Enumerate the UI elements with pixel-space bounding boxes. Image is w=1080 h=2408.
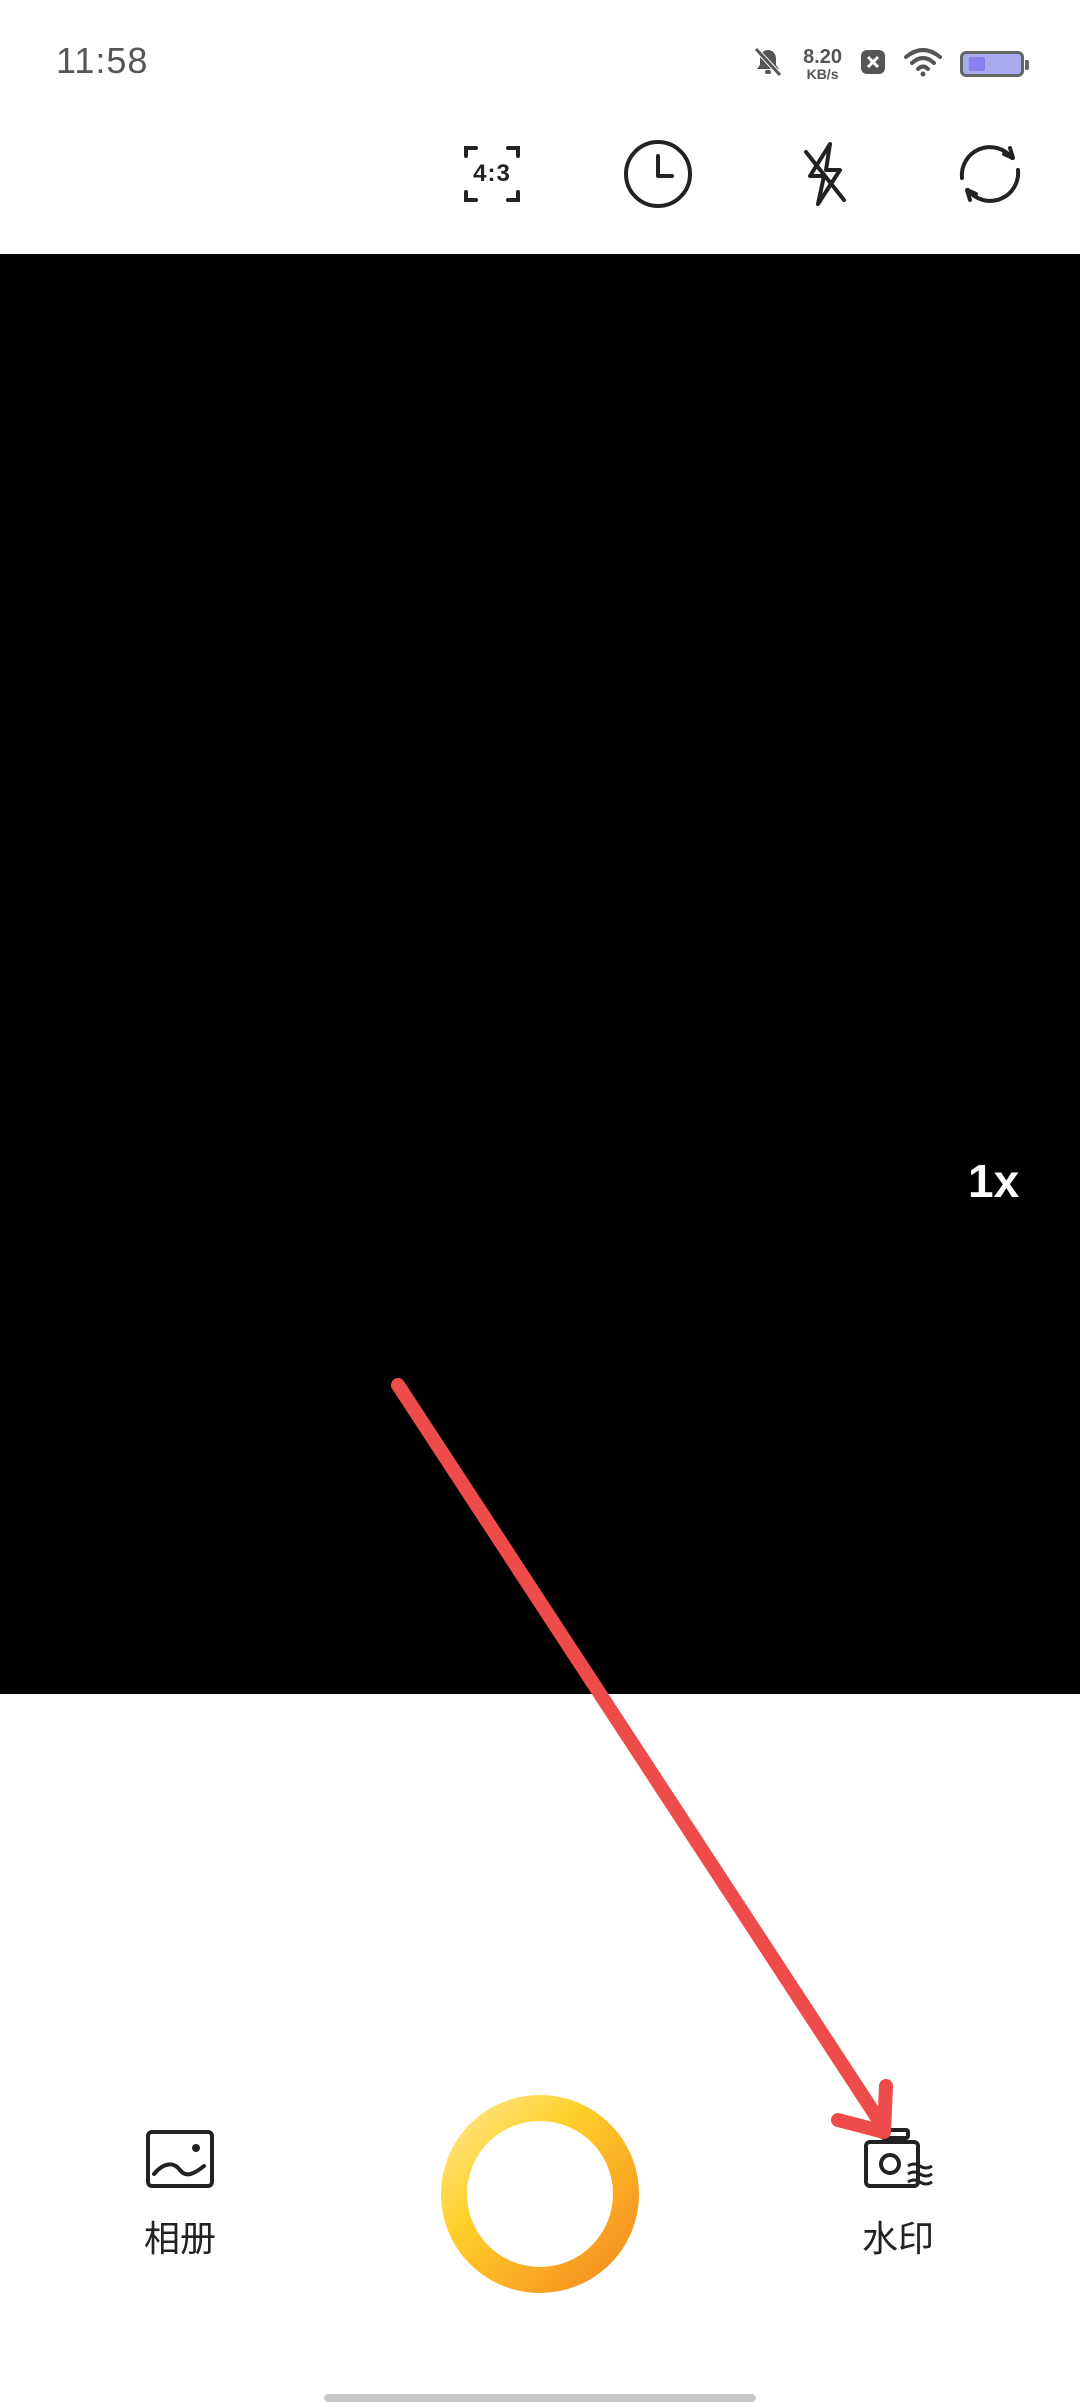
- watermark-camera-icon: [864, 2128, 933, 2188]
- gallery-icon: [146, 2130, 214, 2188]
- shutter-ring-icon: [441, 2095, 639, 2293]
- switch-camera-icon: [959, 145, 1021, 203]
- close-badge-icon: [860, 49, 886, 80]
- aspect-ratio-button[interactable]: 4:3: [452, 134, 532, 214]
- flash-button[interactable]: [784, 134, 864, 214]
- home-indicator[interactable]: [324, 2394, 756, 2402]
- network-speed-value: 8.20: [803, 46, 842, 68]
- wifi-icon: [904, 47, 942, 82]
- status-icons: 8.20 KB/s: [751, 36, 1029, 92]
- album-label: 相册: [143, 2219, 216, 2260]
- network-speed: 8.20 KB/s: [803, 47, 842, 81]
- shutter-button[interactable]: [440, 2094, 640, 2294]
- album-button[interactable]: 相册: [130, 2128, 230, 2262]
- watermark-label: 水印: [861, 2219, 934, 2260]
- status-time: 11:58: [56, 40, 149, 81]
- timer-button[interactable]: [618, 134, 698, 214]
- bell-off-icon: [751, 45, 785, 84]
- switch-camera-button[interactable]: [950, 134, 1030, 214]
- camera-viewfinder[interactable]: 1x: [0, 254, 1080, 1694]
- zoom-level-button[interactable]: 1x: [968, 1154, 1019, 1208]
- flash-off-icon: [804, 142, 846, 206]
- camera-toolbar: 4:3: [0, 130, 1080, 254]
- timer-icon: [624, 140, 692, 208]
- aspect-ratio-label: 4:3: [473, 160, 511, 187]
- status-bar: 11:58 8.20 KB/s: [0, 0, 1080, 130]
- watermark-button[interactable]: 水印: [848, 2128, 948, 2262]
- network-speed-unit: KB/s: [806, 66, 839, 82]
- battery-icon: [960, 51, 1029, 77]
